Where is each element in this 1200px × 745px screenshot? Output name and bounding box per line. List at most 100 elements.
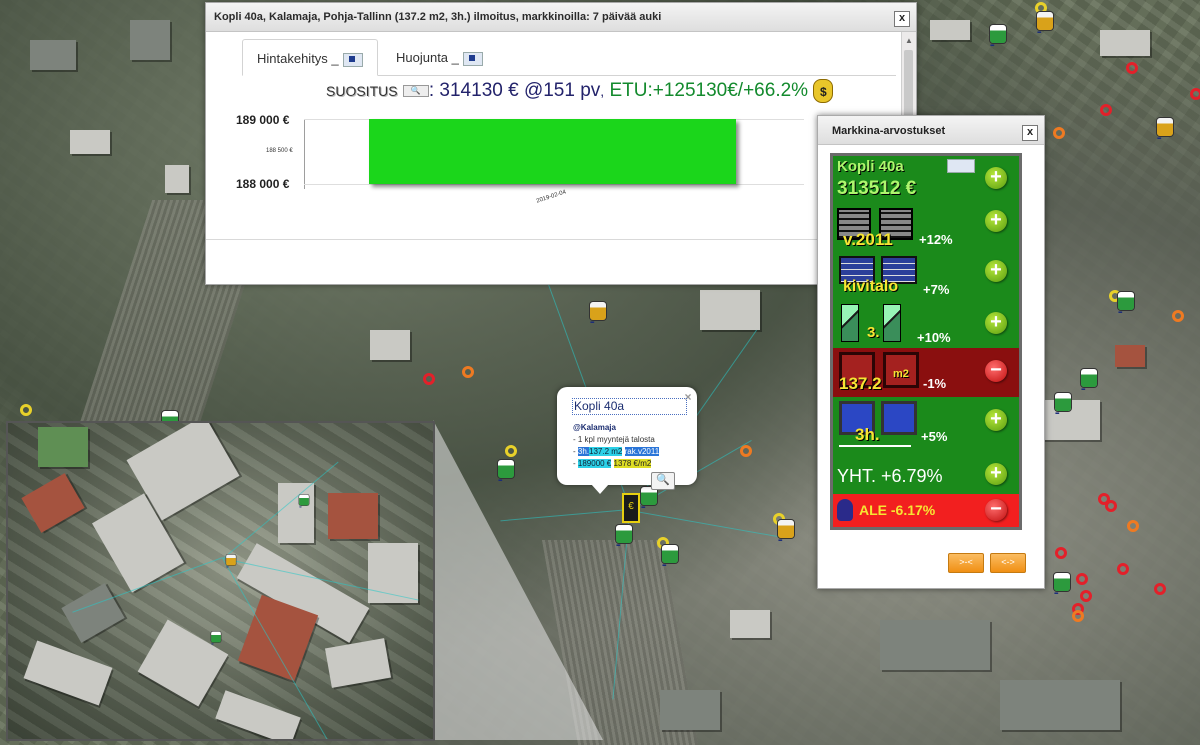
recommendation-label: SUOSITUS: [326, 83, 398, 100]
tab-volatility[interactable]: Huojunta _: [382, 39, 497, 74]
listing-marker-icon[interactable]: [1055, 393, 1071, 417]
building: [1000, 680, 1120, 730]
price-chart: 189 000 € 188 500 € 188 000 € 2019-02-04: [236, 111, 816, 221]
room-icon: [881, 401, 917, 435]
building: [130, 20, 170, 60]
building: [700, 290, 760, 330]
poi-marker[interactable]: [1127, 520, 1139, 532]
building: [1100, 30, 1150, 56]
valuation-total: YHT. +6.79% +: [833, 459, 1019, 493]
listing-marker-icon[interactable]: [778, 520, 794, 544]
listing-marker-icon[interactable]: [1157, 118, 1173, 142]
popup-price: 189000 €: [577, 459, 612, 468]
building: [730, 610, 770, 638]
building: [70, 130, 110, 154]
building: [38, 427, 88, 467]
poi-marker[interactable]: [1190, 88, 1200, 100]
add-button[interactable]: +: [985, 260, 1007, 282]
chart-icon: [462, 51, 483, 66]
poi-marker[interactable]: [740, 445, 752, 457]
popup-address-link[interactable]: Kopli 40a: [572, 398, 687, 415]
building: [328, 493, 378, 539]
poi-marker[interactable]: [1172, 310, 1184, 322]
listing-marker-icon[interactable]: [211, 631, 221, 646]
valuation-list: Kopli 40a 313512 € + v.2011 +12% + kivit…: [830, 153, 1022, 530]
factor-label: 3.: [867, 324, 880, 341]
divider: [206, 239, 916, 240]
dialog-title: Kopli 40a, Kalamaja, Pohja-Tallinn (137.…: [206, 3, 916, 32]
listing-marker-icon[interactable]: [662, 545, 678, 569]
poi-marker[interactable]: [1154, 583, 1166, 595]
poi-marker[interactable]: [1072, 610, 1084, 622]
total-label: YHT. +6.79%: [837, 466, 943, 486]
listing-marker-icon[interactable]: [1118, 292, 1134, 316]
poi-marker[interactable]: [1117, 563, 1129, 575]
underline: [839, 445, 911, 447]
listing-marker-icon[interactable]: [299, 494, 309, 509]
valuation-header: Kopli 40a 313512 € +: [833, 156, 1019, 200]
factor-unit: m2: [893, 368, 909, 380]
inset-aerial-view: [6, 421, 435, 741]
y-axis: [304, 119, 305, 189]
valuation-factor-rooms: 3h. +5% +: [833, 399, 1019, 455]
magnifier-icon[interactable]: 🔍: [402, 85, 429, 97]
poi-marker[interactable]: [1105, 500, 1117, 512]
collapse-button[interactable]: >-<: [948, 553, 984, 573]
building-icon: [841, 304, 859, 342]
valuation-discount: ALE -6.17% −: [833, 494, 1019, 527]
benefit-value: ETU:+125130€/+66.2%: [609, 80, 809, 102]
poi-marker[interactable]: [1126, 62, 1138, 74]
listing-marker-icon[interactable]: [990, 25, 1006, 49]
add-button[interactable]: +: [985, 409, 1007, 431]
selected-listing-pin[interactable]: €: [622, 493, 640, 523]
building: [30, 40, 76, 70]
add-button[interactable]: +: [985, 167, 1007, 189]
recommendation-line: SUOSITUS 🔍: 314130 € @151 pv, ETU:+12513…: [326, 79, 834, 103]
popup-area: @Kalamaja: [573, 423, 616, 432]
valuation-factor-floor: 3. +10% +: [833, 300, 1019, 346]
listing-marker-icon[interactable]: [1054, 573, 1070, 597]
factor-label: 3h.: [855, 425, 880, 444]
poi-marker[interactable]: [1055, 547, 1067, 559]
poi-marker[interactable]: [1080, 590, 1092, 602]
panel-close-button[interactable]: x: [1022, 125, 1038, 141]
listing-marker-icon[interactable]: [226, 554, 236, 569]
poi-marker[interactable]: [1076, 573, 1088, 585]
listing-marker-icon[interactable]: [616, 525, 632, 549]
listing-dialog: Kopli 40a, Kalamaja, Pohja-Tallinn (137.…: [205, 2, 917, 285]
poi-marker[interactable]: [423, 373, 435, 385]
poi-marker[interactable]: [1100, 104, 1112, 116]
y-tick-label: 188 500 €: [266, 148, 293, 154]
expand-button[interactable]: <->: [990, 553, 1026, 573]
factor-label: v.2011: [843, 230, 893, 249]
tab-label: Hintakehitys _: [257, 51, 339, 66]
factor-percent: +5%: [921, 429, 948, 444]
listing-marker-icon[interactable]: [1037, 12, 1053, 36]
listing-marker-icon[interactable]: [498, 460, 514, 484]
zoom-in-button[interactable]: 🔍: [651, 472, 675, 490]
poi-marker[interactable]: [505, 445, 517, 457]
remove-button[interactable]: −: [985, 499, 1007, 521]
poi-marker[interactable]: [462, 366, 474, 378]
tab-price-history[interactable]: Hintakehitys _: [242, 39, 378, 76]
popup-size: 137.2 m2: [589, 447, 623, 456]
money-bag-icon: $: [813, 79, 834, 103]
add-button[interactable]: +: [985, 312, 1007, 334]
listing-marker-icon[interactable]: [1081, 369, 1097, 393]
remove-button[interactable]: −: [985, 360, 1007, 382]
poi-marker[interactable]: [1053, 127, 1065, 139]
building: [278, 483, 314, 543]
chart-icon[interactable]: [947, 159, 975, 173]
scroll-up-icon[interactable]: ▲: [905, 36, 913, 45]
building: [215, 690, 301, 739]
poi-marker[interactable]: [20, 404, 32, 416]
popup-sales-count: - 1 kpl myyntejä talosta: [573, 435, 655, 444]
building: [660, 690, 720, 730]
popup-rooms: 3h.: [577, 447, 590, 456]
connection-line: [629, 510, 788, 539]
listing-marker-icon[interactable]: [590, 302, 606, 326]
dialog-close-button[interactable]: x: [894, 11, 910, 27]
add-button[interactable]: +: [985, 463, 1007, 485]
add-button[interactable]: +: [985, 210, 1007, 232]
building: [930, 20, 970, 40]
